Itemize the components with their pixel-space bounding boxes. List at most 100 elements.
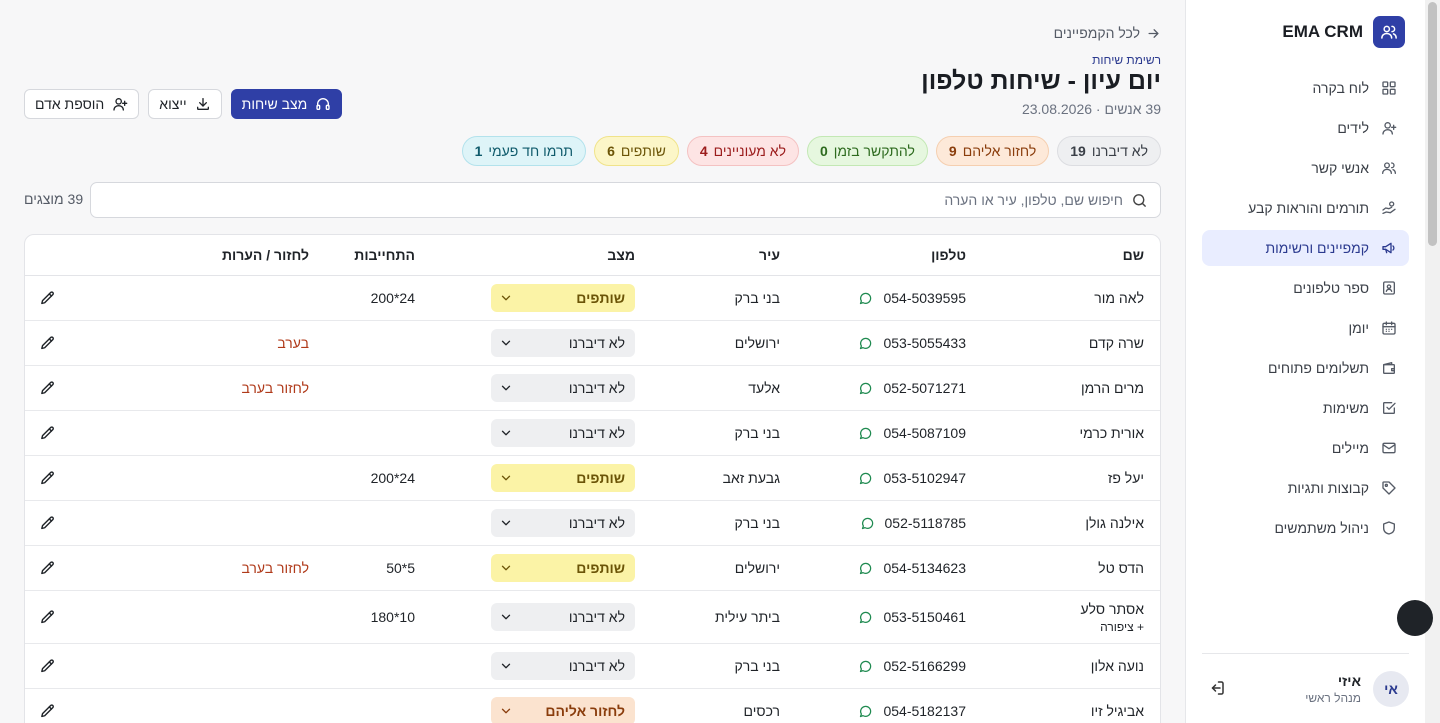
phone-number[interactable]: 052-5118785	[885, 515, 966, 531]
status-select[interactable]: לחזור אליהם	[491, 697, 635, 723]
call-mode-button[interactable]: מצב שיחות	[230, 89, 343, 119]
back-to-campaigns-link[interactable]: לכל הקמפיינים	[1054, 25, 1161, 41]
status-select[interactable]: שותפים	[491, 464, 635, 492]
sidebar-item-dashboard[interactable]: לוח בקרה	[1202, 70, 1409, 106]
cell-status: לחזור אליהם	[425, 697, 653, 723]
search-input[interactable]	[103, 192, 1123, 208]
col-header-status[interactable]: מצב	[425, 247, 653, 263]
table-row[interactable]: אביגיל זיו 054-5182137 רכסים לחזור אליהם	[25, 689, 1160, 723]
sidebar-item-tasks[interactable]: משימות	[1202, 390, 1409, 426]
contact-name[interactable]: אילנה גולן	[982, 515, 1144, 531]
col-header-phone[interactable]: טלפון	[796, 247, 982, 263]
contact-name[interactable]: אורית כרמי	[982, 425, 1145, 441]
whatsapp-icon[interactable]	[858, 381, 873, 396]
sidebar-item-payments[interactable]: תשלומים פתוחים	[1202, 350, 1409, 386]
whatsapp-icon[interactable]	[858, 610, 873, 625]
table-row[interactable]: הדס טל 054-5134623 ירושלים שותפים 50*5 לחזור …	[25, 546, 1160, 591]
table-row[interactable]: אסתר סלע + ציפורה 053-5150461 ביתר עילית לא …	[25, 591, 1160, 644]
contact-name[interactable]: יעל פז	[982, 470, 1144, 486]
add-person-button[interactable]: הוספת אדם	[24, 89, 140, 119]
sidebar-item-groups[interactable]: קבוצות ותגיות	[1202, 470, 1409, 506]
table-row[interactable]: אילנה גולן 052-5118785 בני ברק לא דיברנו	[25, 501, 1160, 546]
scrollbar-thumb[interactable]	[1428, 2, 1437, 246]
edit-pencil-icon[interactable]	[39, 380, 56, 397]
table-row[interactable]: לאה מור 054-5039595 בני ברק שותפים 200*24	[25, 276, 1160, 321]
table-row[interactable]: נועה אלון 052-5166299 בני ברק לא דיברנו	[25, 644, 1160, 689]
edit-pencil-icon[interactable]	[39, 560, 56, 577]
status-select[interactable]: שותפים	[491, 554, 635, 582]
contact-name[interactable]: אסתר סלע	[982, 601, 1145, 617]
status-select[interactable]: לא דיברנו	[491, 329, 635, 357]
col-header-commitment[interactable]: התחייבות	[319, 247, 425, 263]
phone-number[interactable]: 052-5071271	[883, 380, 966, 396]
status-filter-chip[interactable]: לא מעוניינים 4	[686, 136, 799, 166]
table-row[interactable]: יעל פז 053-5102947 גבעת זאב שותפים 200*24	[25, 456, 1160, 501]
contact-name[interactable]: שרה קדם	[982, 335, 1144, 351]
phone-number[interactable]: 053-5102947	[883, 470, 966, 486]
table-row[interactable]: שרה קדם 053-5055433 ירושלים לא דיברנו בערב	[25, 321, 1160, 366]
whatsapp-icon[interactable]	[858, 336, 873, 351]
edit-pencil-icon[interactable]	[39, 515, 56, 532]
sidebar-item-phonebook[interactable]: ספר טלפונים	[1202, 270, 1409, 306]
whatsapp-icon[interactable]	[858, 704, 873, 719]
contact-name[interactable]: אביגיל זיו	[982, 703, 1144, 719]
sidebar-item-emails[interactable]: מיילים	[1202, 430, 1409, 466]
col-header-name[interactable]: שם	[982, 247, 1160, 263]
phone-number[interactable]: 054-5087109	[883, 425, 966, 441]
floating-chat-button[interactable]	[1397, 600, 1433, 636]
edit-pencil-icon[interactable]	[39, 290, 56, 307]
edit-pencil-icon[interactable]	[39, 703, 56, 720]
whatsapp-icon[interactable]	[858, 291, 873, 306]
sidebar-item-users[interactable]: ניהול משתמשים	[1202, 510, 1409, 546]
search-icon	[1131, 192, 1148, 209]
table-row[interactable]: אורית כרמי 054-5087109 בני ברק לא דיברנו	[25, 411, 1160, 456]
mail-icon	[1381, 440, 1397, 456]
whatsapp-icon[interactable]	[858, 471, 873, 486]
sidebar-item-donors[interactable]: תורמים והוראות קבע	[1202, 190, 1409, 226]
logout-icon[interactable]	[1206, 679, 1226, 699]
table-row[interactable]: מרים הרמן 052-5071271 אלעד לא דיברנו לחזור ב…	[25, 366, 1160, 411]
whatsapp-icon[interactable]	[858, 561, 873, 576]
avatar[interactable]: אי	[1373, 670, 1409, 707]
sidebar-item-label: קמפיינים ורשימות	[1265, 240, 1370, 256]
status-select[interactable]: לא דיברנו	[491, 652, 635, 680]
contact-name[interactable]: נועה אלון	[982, 658, 1144, 674]
status-select[interactable]: לא דיברנו	[491, 603, 635, 631]
sidebar-item-leads[interactable]: לידים	[1202, 110, 1409, 146]
col-header-city[interactable]: עיר	[653, 247, 796, 263]
export-button[interactable]: ייצוא	[148, 89, 222, 119]
brand[interactable]: EMA CRM	[1282, 16, 1405, 48]
phone-number[interactable]: 054-5039595	[883, 290, 966, 306]
edit-pencil-icon[interactable]	[39, 335, 56, 352]
phone-number[interactable]: 053-5150461	[883, 609, 966, 625]
chip-count: 4	[699, 143, 708, 159]
status-select[interactable]: שותפים	[491, 284, 635, 312]
status-select[interactable]: לא דיברנו	[491, 419, 635, 447]
contact-name[interactable]: הדס טל	[982, 560, 1144, 576]
status-select[interactable]: לא דיברנו	[491, 509, 635, 537]
phone-number[interactable]: 054-5134623	[883, 560, 966, 576]
edit-pencil-icon[interactable]	[39, 658, 56, 675]
status-filter-chip[interactable]: תרמו חד פעמי 1	[461, 136, 587, 166]
edit-pencil-icon[interactable]	[39, 425, 56, 442]
contact-name[interactable]: לאה מור	[982, 290, 1144, 306]
edit-pencil-icon[interactable]	[39, 470, 56, 487]
status-filter-chip[interactable]: שותפים 6	[594, 136, 679, 166]
status-filter-chips: לא דיברנו 19 לחזור אליהם 9 להתקשר בזמן 0 לא מע…	[461, 136, 1161, 166]
whatsapp-icon[interactable]	[858, 426, 873, 441]
whatsapp-icon[interactable]	[860, 516, 875, 531]
phone-number[interactable]: 053-5055433	[883, 335, 966, 351]
col-header-notes[interactable]: לחזור / הערות	[71, 247, 319, 263]
phone-number[interactable]: 052-5166299	[883, 658, 966, 674]
status-select[interactable]: לא דיברנו	[491, 374, 635, 402]
whatsapp-icon[interactable]	[858, 659, 873, 674]
edit-pencil-icon[interactable]	[39, 609, 56, 626]
contact-name[interactable]: מרים הרמן	[982, 380, 1144, 396]
phone-number[interactable]: 054-5182137	[883, 703, 966, 719]
status-filter-chip[interactable]: להתקשר בזמן 0	[807, 136, 928, 166]
sidebar-item-campaigns[interactable]: קמפיינים ורשימות	[1202, 230, 1409, 266]
sidebar-item-contacts[interactable]: אנשי קשר	[1202, 150, 1409, 186]
sidebar-item-calendar[interactable]: יומן	[1202, 310, 1409, 346]
status-filter-chip[interactable]: לחזור אליהם 9	[935, 136, 1050, 166]
status-filter-chip[interactable]: לא דיברנו 19	[1057, 136, 1161, 166]
